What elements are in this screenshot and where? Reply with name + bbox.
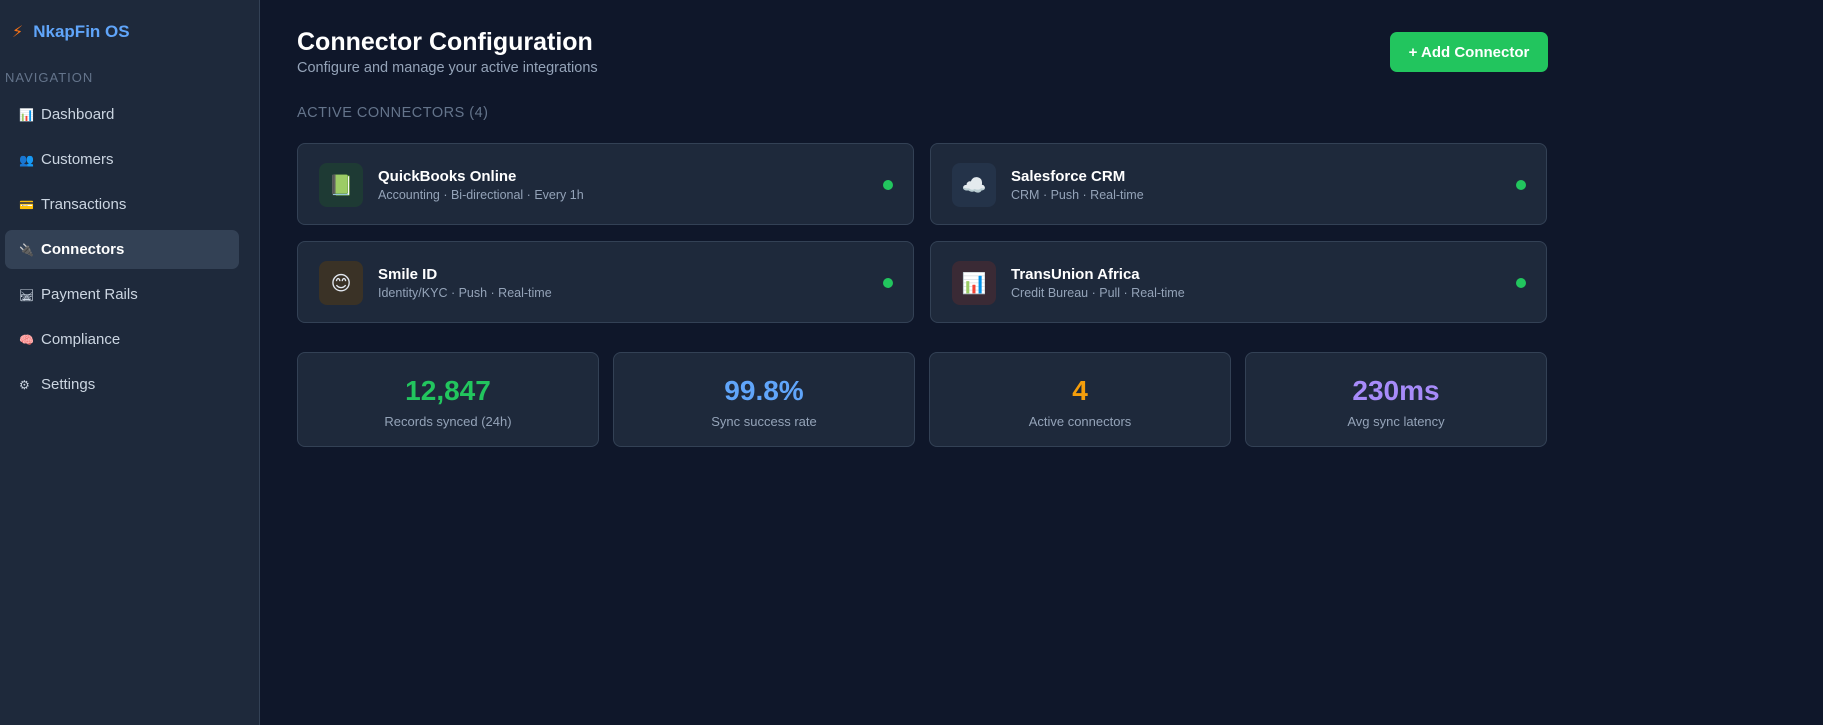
stat-value: 4 (1072, 375, 1088, 406)
sidebar-item-connectors[interactable]: 🔌 Connectors (5, 230, 239, 269)
stat-value: 230ms (1352, 375, 1440, 406)
connector-name: Smile ID (378, 266, 438, 283)
page-subtitle: Configure and manage your active integra… (297, 60, 598, 76)
nav-section-title: NAVIGATION (5, 70, 94, 85)
sidebar: ⚡ NkapFin OS NAVIGATION 📊 Dashboard 👥 Cu… (0, 0, 260, 725)
lightning-bolt-icon: ⚡ (12, 24, 24, 41)
connector-card-salesforce[interactable]: ☁️ Salesforce CRM CRM · Push · Real-time (930, 143, 1547, 225)
sidebar-item-label: Settings (41, 376, 96, 393)
status-indicator (1516, 278, 1526, 288)
active-connectors-label: ACTIVE CONNECTORS (4) (297, 105, 489, 121)
sidebar-item-label: Compliance (41, 331, 121, 348)
chart-icon: 📊 (952, 261, 996, 305)
status-indicator (883, 278, 893, 288)
smile-icon: 😊 (319, 261, 363, 305)
sidebar-item-label: Transactions (41, 196, 127, 213)
sidebar-item-label: Customers (41, 151, 114, 168)
brand[interactable]: ⚡ NkapFin OS (12, 22, 130, 42)
chart-icon: 📊 (19, 107, 34, 122)
users-icon: 👥 (19, 152, 34, 167)
sidebar-item-compliance[interactable]: 🧠 Compliance (5, 320, 239, 359)
stat-value: 99.8% (724, 375, 804, 406)
page-title: Connector Configuration (297, 28, 593, 56)
sidebar-item-settings[interactable]: ⚙ Settings (5, 365, 239, 404)
connector-card-quickbooks[interactable]: 📗 QuickBooks Online Accounting · Bi-dire… (297, 143, 914, 225)
stat-label: Active connectors (1028, 414, 1132, 429)
connector-meta: Accounting · Bi-directional · Every 1h (378, 188, 584, 202)
status-indicator (1516, 180, 1526, 190)
gear-icon: ⚙ (19, 377, 30, 392)
stat-card-records-synced: 12,847 Records synced (24h) (297, 352, 599, 447)
plug-icon: 🔌 (19, 242, 34, 257)
stat-card-active-connectors: 4 Active connectors (929, 352, 1231, 447)
sidebar-nav: 📊 Dashboard 👥 Customers 💳 Transactions 🔌… (5, 95, 239, 410)
connector-meta: CRM · Push · Real-time (1011, 188, 1144, 202)
stat-label: Records synced (24h) (384, 414, 512, 429)
connector-meta: Credit Bureau · Pull · Real-time (1011, 286, 1185, 300)
connector-name: Salesforce CRM (1011, 168, 1126, 185)
connector-name: QuickBooks Online (378, 168, 517, 185)
status-indicator (883, 180, 893, 190)
credit-card-icon: 💳 (19, 197, 34, 212)
sidebar-item-label: Connectors (41, 241, 125, 258)
connector-meta: Identity/KYC · Push · Real-time (378, 286, 552, 300)
railway-icon: 🛤 (19, 287, 35, 302)
sidebar-item-transactions[interactable]: 💳 Transactions (5, 185, 239, 224)
sidebar-item-dashboard[interactable]: 📊 Dashboard (5, 95, 239, 134)
stat-label: Sync success rate (711, 414, 817, 429)
app-name: NkapFin OS (33, 22, 130, 41)
stat-value: 12,847 (405, 375, 491, 406)
stats-row: 12,847 Records synced (24h) 99.8% Sync s… (297, 352, 1547, 447)
connector-name: TransUnion Africa (1011, 266, 1140, 283)
cloud-icon: ☁️ (952, 163, 996, 207)
sidebar-item-customers[interactable]: 👥 Customers (5, 140, 239, 179)
connector-card-smile-id[interactable]: 😊 Smile ID Identity/KYC · Push · Real-ti… (297, 241, 914, 323)
connectors-grid: 📗 QuickBooks Online Accounting · Bi-dire… (297, 143, 1547, 323)
stat-label: Avg sync latency (1347, 414, 1445, 429)
book-icon: 📗 (319, 163, 363, 207)
sidebar-item-label: Dashboard (41, 106, 115, 123)
stat-card-success-rate: 99.8% Sync success rate (613, 352, 915, 447)
add-connector-button[interactable]: + Add Connector (1390, 32, 1548, 72)
brain-icon: 🧠 (19, 332, 34, 347)
sidebar-item-payment-rails[interactable]: 🛤 Payment Rails (5, 275, 239, 314)
stat-card-latency: 230ms Avg sync latency (1245, 352, 1547, 447)
sidebar-item-label: Payment Rails (41, 286, 138, 303)
connector-card-transunion[interactable]: 📊 TransUnion Africa Credit Bureau · Pull… (930, 241, 1547, 323)
